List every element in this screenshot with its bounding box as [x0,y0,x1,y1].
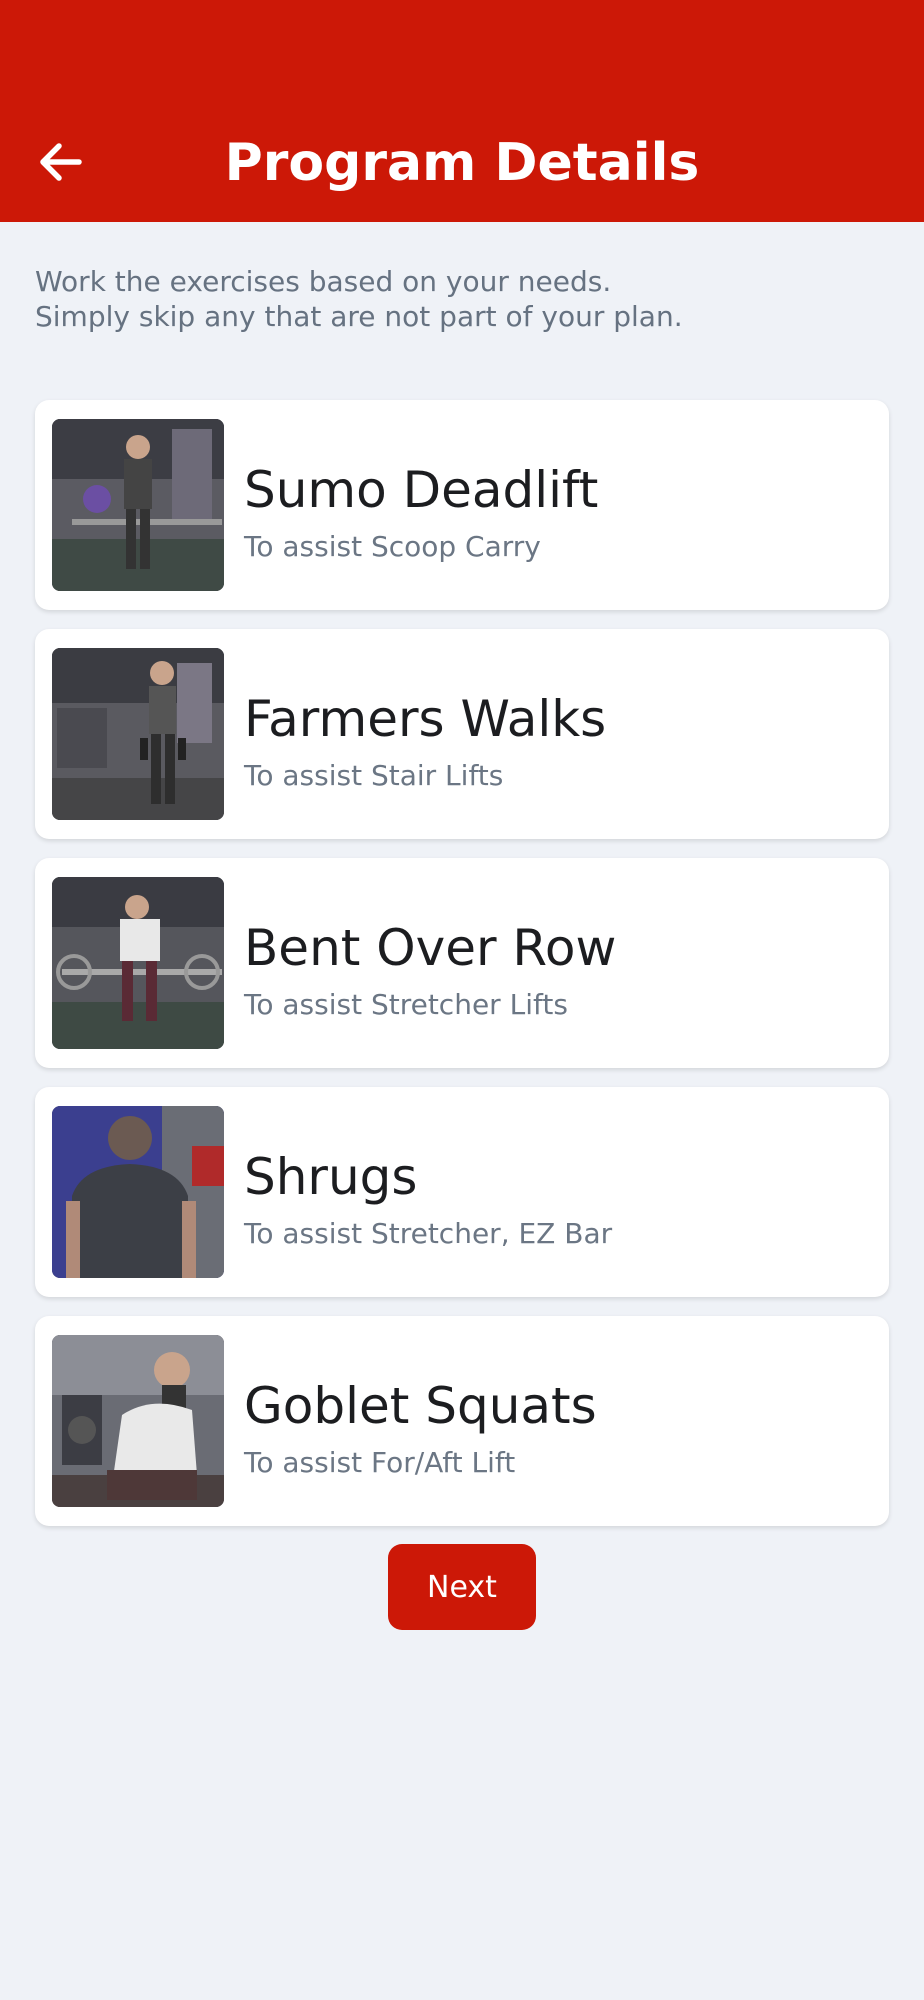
app-header: Program Details [0,0,924,222]
exercise-card-shrugs[interactable]: Shrugs To assist Stretcher, EZ Bar [35,1087,889,1297]
next-button[interactable]: Next [388,1544,536,1630]
exercise-subtitle: To assist For/Aft Lift [244,1446,516,1479]
exercise-subtitle: To assist Stretcher, EZ Bar [244,1217,613,1250]
exercise-card-farmers-walks[interactable]: Farmers Walks To assist Stair Lifts [35,629,889,839]
exercise-card-goblet-squats[interactable]: Goblet Squats To assist For/Aft Lift [35,1316,889,1526]
exercise-photo-icon [52,419,224,591]
exercise-photo-icon [52,1106,224,1278]
exercise-photo-icon [52,648,224,820]
exercise-subtitle: To assist Scoop Carry [244,530,541,563]
exercise-title: Sumo Deadlift [244,461,599,519]
intro-line-2: Simply skip any that are not part of you… [35,300,683,333]
exercise-title: Farmers Walks [244,690,607,748]
intro-line-1: Work the exercises based on your needs. [35,265,612,298]
intro-text: Work the exercises based on your needs. … [35,264,895,334]
exercise-title: Bent Over Row [244,919,617,977]
exercise-title: Goblet Squats [244,1377,597,1435]
exercise-subtitle: To assist Stair Lifts [244,759,504,792]
exercise-subtitle: To assist Stretcher Lifts [244,988,568,1021]
exercise-card-bent-over-row[interactable]: Bent Over Row To assist Stretcher Lifts [35,858,889,1068]
exercise-card-sumo-deadlift[interactable]: Sumo Deadlift To assist Scoop Carry [35,400,889,610]
exercise-photo-icon [52,1335,224,1507]
page-title: Program Details [224,133,700,193]
exercise-photo-icon [52,877,224,1049]
exercise-title: Shrugs [244,1148,418,1206]
